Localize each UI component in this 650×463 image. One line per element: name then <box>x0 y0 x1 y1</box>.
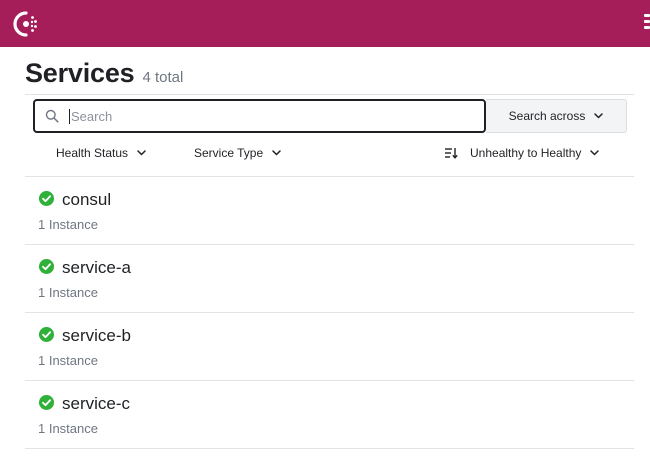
check-circle-icon <box>39 191 54 206</box>
search-input[interactable] <box>69 108 449 124</box>
search-across-dropdown[interactable]: Search across <box>486 99 627 133</box>
service-type-filter[interactable]: Service Type <box>194 146 281 160</box>
service-name[interactable]: service-c <box>62 394 130 414</box>
filter-bar: Health Status Service Type Unhealthy to … <box>0 146 650 166</box>
check-circle-icon <box>39 327 54 342</box>
search-across-label: Search across <box>508 109 586 123</box>
sort-dropdown[interactable]: Unhealthy to Healthy <box>444 146 600 160</box>
service-name[interactable]: consul <box>62 190 111 210</box>
chevron-down-icon <box>590 150 600 156</box>
service-name[interactable]: service-b <box>62 326 131 346</box>
health-status-label: Health Status <box>56 146 129 160</box>
instance-count: 1 Instance <box>38 217 98 232</box>
instance-count: 1 Instance <box>38 353 98 368</box>
check-circle-icon <box>39 395 54 410</box>
consul-logo-icon[interactable] <box>12 10 40 38</box>
service-list-item[interactable]: service-c 1 Instance <box>25 381 634 449</box>
top-navigation-bar <box>0 0 650 47</box>
instance-count: 1 Instance <box>38 421 98 436</box>
health-status-filter[interactable]: Health Status <box>56 146 146 160</box>
search-field[interactable] <box>33 99 486 133</box>
service-name[interactable]: service-a <box>62 258 131 278</box>
divider <box>25 94 634 95</box>
sort-icon <box>445 148 458 159</box>
search-icon <box>45 109 59 123</box>
page-title: Services <box>25 58 135 88</box>
service-type-label: Service Type <box>194 146 264 160</box>
page-header: Services 4 total <box>25 58 183 89</box>
check-circle-icon <box>39 259 54 274</box>
service-list-item[interactable]: consul 1 Instance <box>25 177 634 245</box>
instance-count: 1 Instance <box>38 285 98 300</box>
chevron-down-icon <box>594 113 604 119</box>
service-list-item[interactable]: service-a 1 Instance <box>25 245 634 313</box>
vertical-dots-icon[interactable] <box>644 14 650 32</box>
services-count: 4 total <box>142 69 184 86</box>
sort-label: Unhealthy to Healthy <box>470 146 582 160</box>
service-list-item[interactable]: service-b 1 Instance <box>25 313 634 381</box>
chevron-down-icon <box>137 150 146 156</box>
chevron-down-icon <box>272 150 281 156</box>
